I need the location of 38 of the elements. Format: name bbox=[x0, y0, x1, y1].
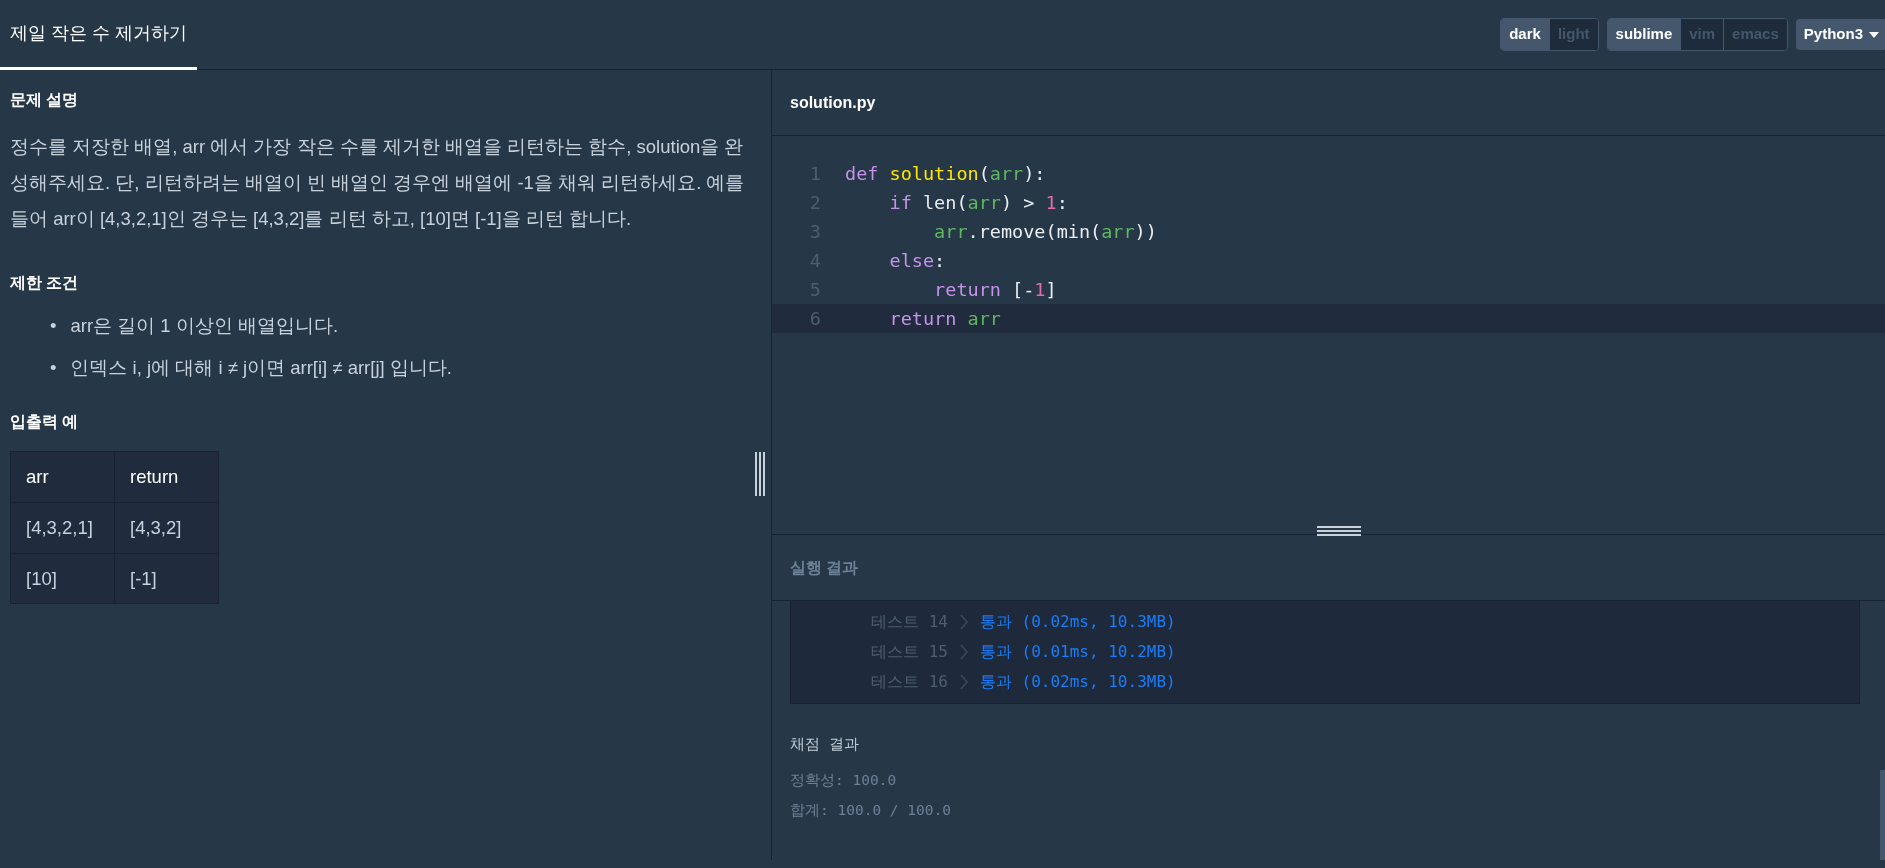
section-title: 문제 설명 bbox=[10, 90, 80, 110]
resize-handle[interactable] bbox=[754, 452, 766, 496]
chevron-icon bbox=[959, 644, 968, 660]
list-bullet: • bbox=[50, 314, 57, 339]
score-line: 정확성: 100.0 bbox=[790, 770, 898, 790]
problem-description: 정수를 저장한 배열, arr 에서 가장 작은 수를 제거한 배열을 리턴하는 함수, solution을 완성해주세요. 단, 리턴하려는 배열이 빈 배열인 경우엔 배열에 -1을 채워 리턴하세요. 예를들어 arr이 [4,3,2,1]인 경우는 [4,3,2]를 리턴 하고, [10]면 [-1]을 리턴 합니다. bbox=[10, 135, 745, 232]
table-cell: [4,3,2,1] bbox=[10, 502, 115, 554]
code-line: return [-1] bbox=[933, 277, 1057, 302]
code-line: def solution(arr): bbox=[845, 161, 1046, 186]
test-result: 통과 (0.01ms, 10.2MB) bbox=[979, 641, 1176, 663]
caret-icon bbox=[1869, 31, 1879, 38]
table-header: return bbox=[114, 451, 219, 503]
table-cell: [-1] bbox=[114, 553, 219, 604]
chevron-icon bbox=[959, 674, 968, 690]
keymap-option[interactable]: sublime bbox=[1607, 19, 1681, 50]
test-result: 통과 (0.02ms, 10.3MB) bbox=[979, 611, 1176, 633]
section-title: 제한 조건 bbox=[10, 273, 80, 293]
language-dropdown[interactable]: Python3 bbox=[1795, 19, 1885, 50]
chevron-icon bbox=[959, 614, 968, 630]
code-line: if len(arr) > 1: bbox=[888, 190, 1068, 215]
score-title: 채점 결과 bbox=[790, 735, 860, 754]
theme-option[interactable]: dark bbox=[1501, 19, 1549, 50]
code-line: else: bbox=[888, 248, 946, 273]
constraint-item: 인덱스 i, j에 대해 i ≠ j이면 arr[i] ≠ arr[j] 입니다. bbox=[70, 356, 452, 381]
table-header: arr bbox=[10, 451, 115, 503]
resize-handle[interactable] bbox=[1317, 525, 1361, 537]
code-line: return arr bbox=[888, 306, 1001, 331]
table-cell: [10] bbox=[10, 553, 115, 604]
file-name: solution.py bbox=[772, 70, 1885, 136]
constraint-item: arr은 길이 1 이상인 배열입니다. bbox=[70, 314, 339, 339]
table-cell: [4,3,2] bbox=[114, 502, 219, 554]
code-line: arr.remove(min(arr)) bbox=[933, 219, 1157, 244]
score-line: 합계: 100.0 / 100.0 bbox=[790, 800, 952, 820]
list-bullet: • bbox=[50, 356, 57, 381]
section-title: 입출력 예 bbox=[10, 411, 80, 432]
test-result: 통과 (0.02ms, 10.3MB) bbox=[979, 671, 1176, 693]
tab[interactable]: 제일 작은 수 제거하기 bbox=[0, 0, 197, 70]
scrollbar-thumb[interactable] bbox=[1880, 770, 1885, 860]
